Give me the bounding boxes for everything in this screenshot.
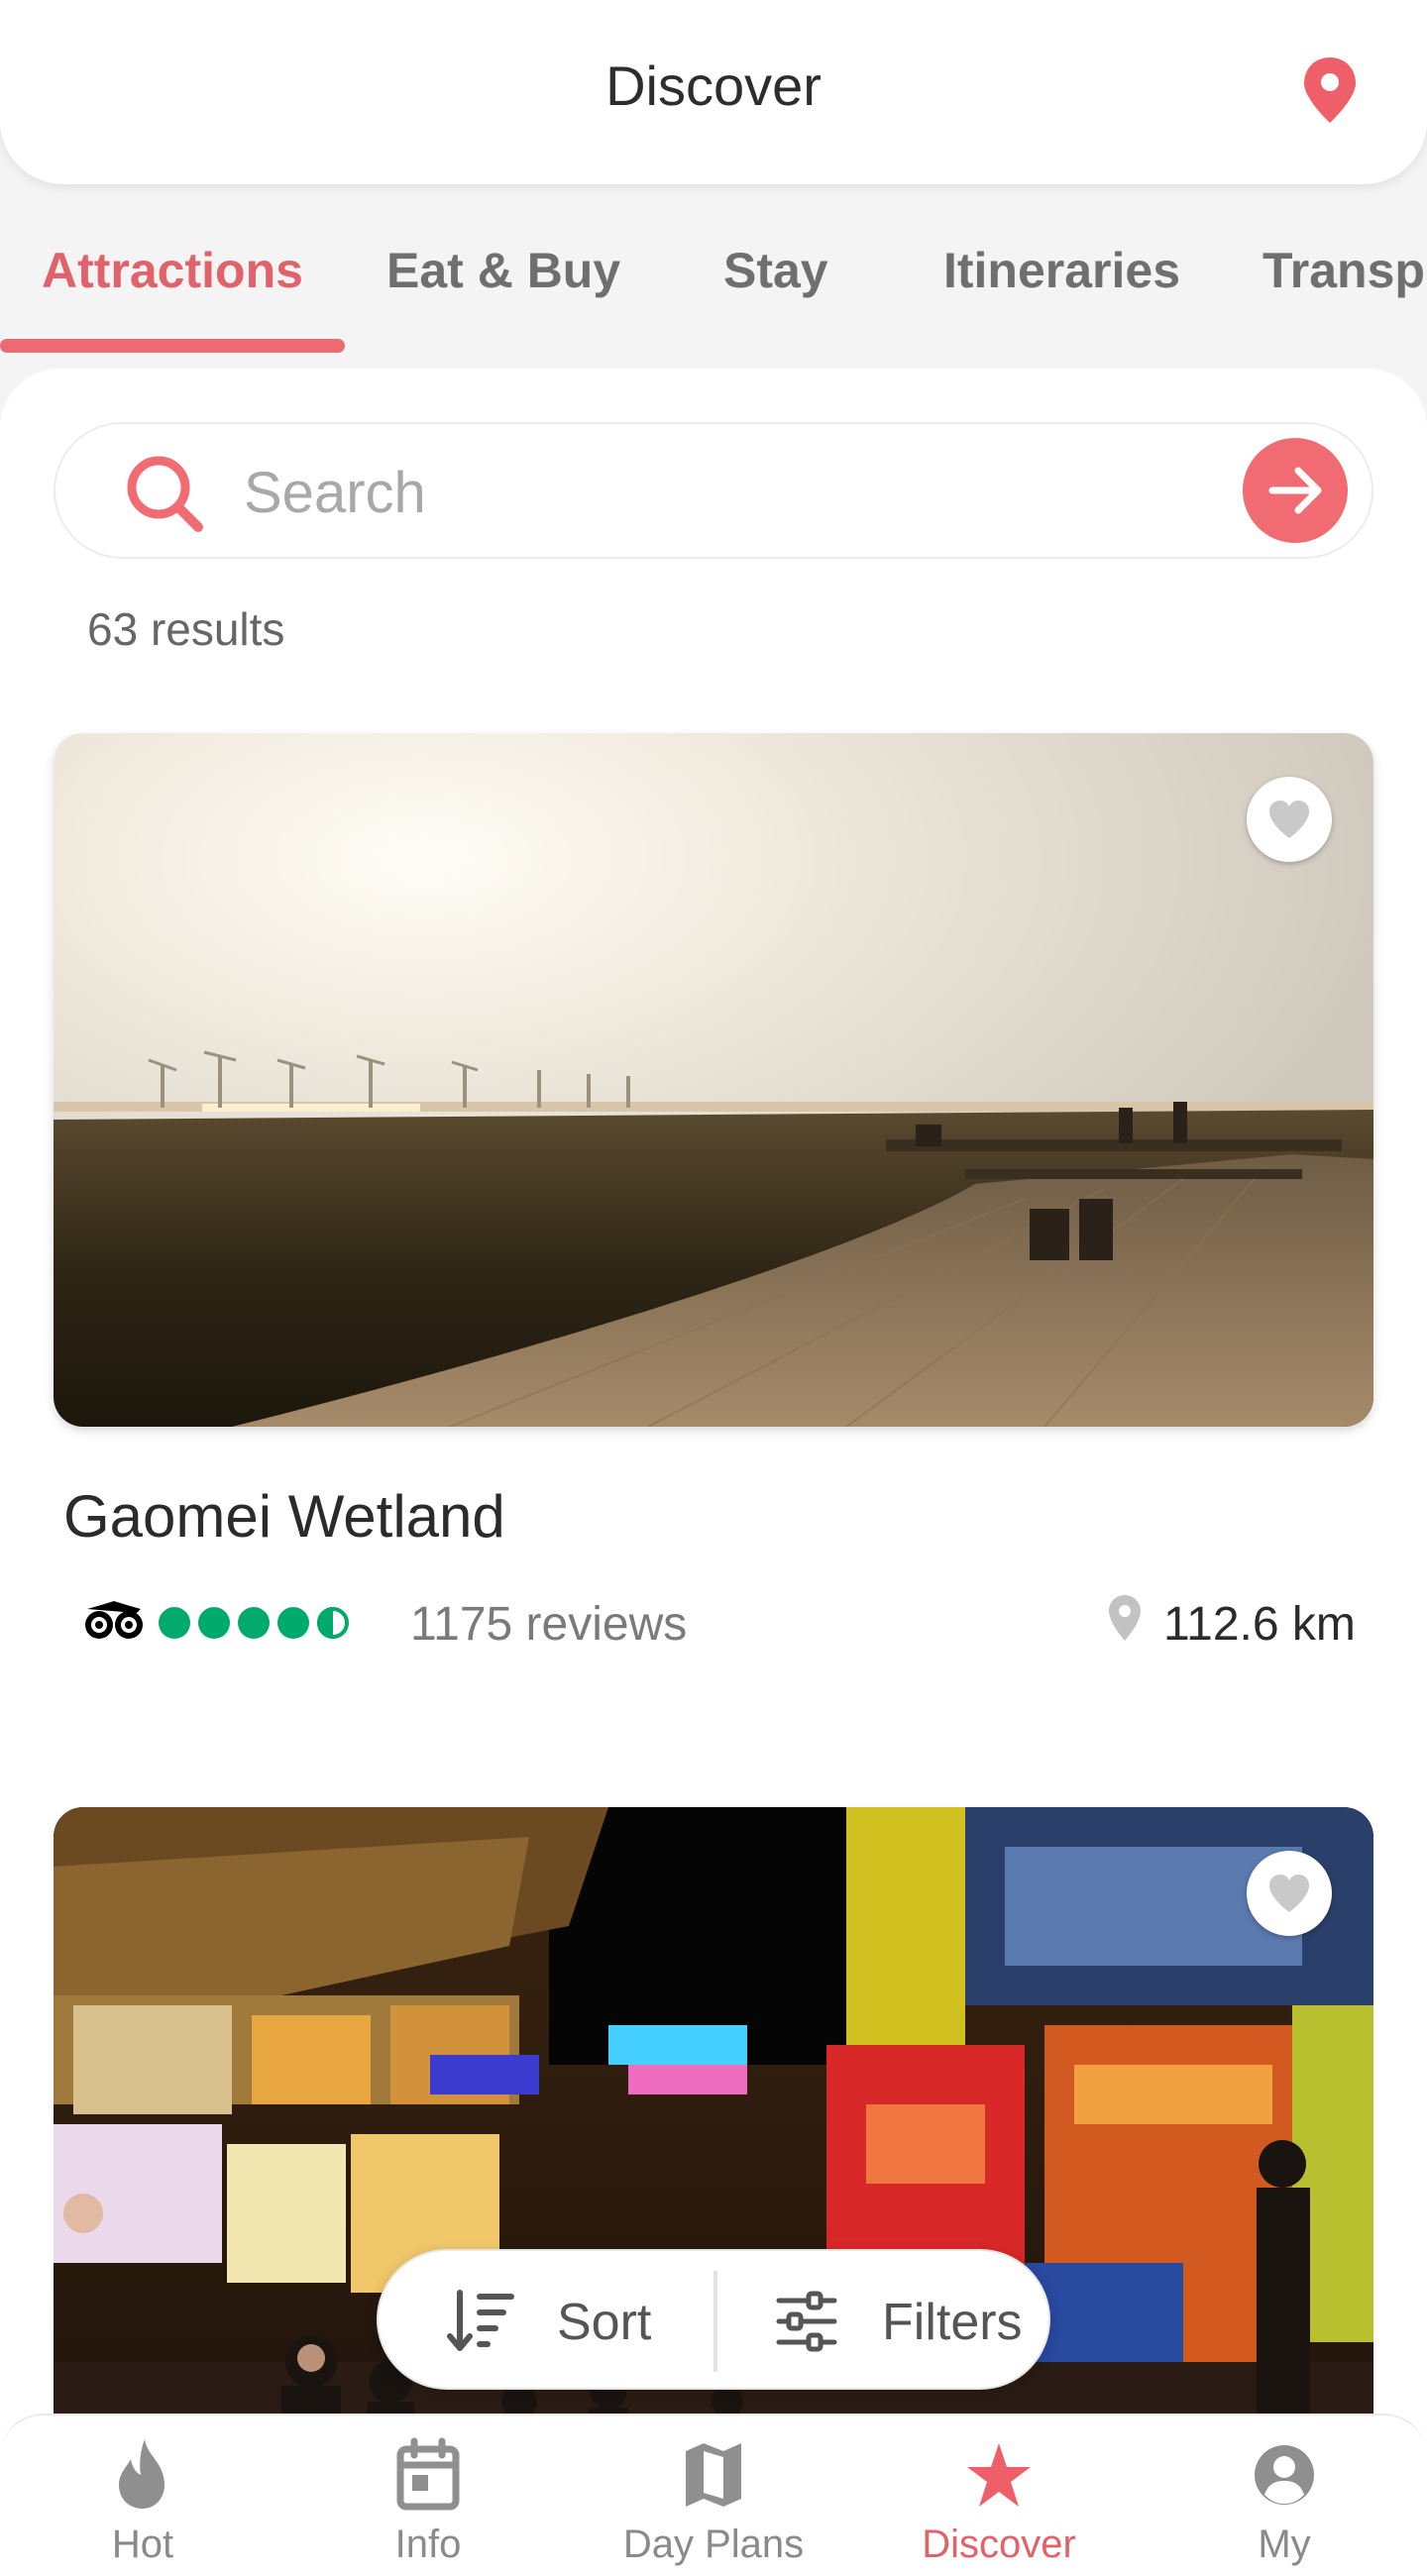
sort-filter-bar: Sort Filters [377, 2249, 1050, 2390]
tab-transport[interactable]: Transport [1262, 242, 1427, 299]
flame-icon [119, 2439, 165, 2509]
results-count: 63 results [87, 603, 285, 655]
active-tab-indicator [0, 339, 345, 353]
listing-title[interactable]: Gaomei Wetland [63, 1482, 505, 1551]
bottom-navigation: Hot Info Day Plans Discover My [0, 2414, 1427, 2576]
favorite-button[interactable] [1247, 777, 1332, 862]
nav-item-discover[interactable]: Discover [856, 2415, 1142, 2576]
search-input[interactable] [244, 448, 1235, 537]
rating-bubbles-icon [159, 1607, 349, 1639]
rating-row: 1175 reviews [83, 1593, 876, 1653]
distance-info: 112.6 km [1106, 1593, 1364, 1653]
heart-icon [1269, 801, 1309, 838]
arrow-right-icon [1268, 467, 1322, 514]
star-icon [967, 2443, 1031, 2507]
tab-attractions[interactable]: Attractions [42, 242, 303, 299]
map-pin-icon [1304, 57, 1356, 123]
user-circle-icon [1255, 2445, 1314, 2505]
nav-label: My [1258, 2522, 1311, 2566]
favorite-button[interactable] [1247, 1851, 1332, 1936]
nav-item-info[interactable]: Info [285, 2415, 571, 2576]
nav-item-my[interactable]: My [1142, 2415, 1427, 2576]
tripadvisor-owl-icon [85, 1601, 143, 1639]
nav-item-day-plans[interactable]: Day Plans [571, 2415, 856, 2576]
search-bar [54, 422, 1373, 559]
nav-label: Day Plans [622, 2522, 805, 2566]
review-count: 1175 reviews [410, 1598, 688, 1651]
sliders-icon [776, 2291, 837, 2352]
map-icon [686, 2443, 741, 2507]
search-submit-button[interactable] [1243, 438, 1348, 543]
tab-stay[interactable]: Stay [723, 242, 828, 299]
listing-distance: 112.6 km [1163, 1598, 1356, 1651]
listing-photo[interactable] [54, 733, 1373, 1427]
tab-itineraries[interactable]: Itineraries [943, 242, 1180, 299]
filters-button[interactable]: Filters [717, 2251, 1052, 2392]
sort-icon [447, 2290, 514, 2351]
nav-label: Info [394, 2522, 462, 2566]
wetland-sunset-image [54, 733, 1373, 1427]
sort-button[interactable]: Sort [379, 2251, 714, 2392]
location-pin-icon [1109, 1595, 1141, 1641]
results-panel: 63 results [0, 369, 1427, 2576]
page-title: Discover [605, 54, 822, 117]
top-header: Discover [0, 0, 1427, 184]
filters-label: Filters [882, 2294, 1023, 2351]
tab-eat-buy[interactable]: Eat & Buy [386, 242, 620, 299]
search-icon [127, 456, 203, 532]
category-tabs: Attractions Eat & Buy Stay Itineraries T… [0, 184, 1427, 353]
nav-label: Hot [111, 2522, 174, 2566]
location-button[interactable] [1298, 55, 1362, 125]
nav-item-hot[interactable]: Hot [0, 2415, 285, 2576]
sort-label: Sort [557, 2294, 652, 2351]
calendar-icon [396, 2437, 460, 2511]
nav-label: Discover [922, 2522, 1076, 2566]
heart-icon [1269, 1875, 1309, 1912]
